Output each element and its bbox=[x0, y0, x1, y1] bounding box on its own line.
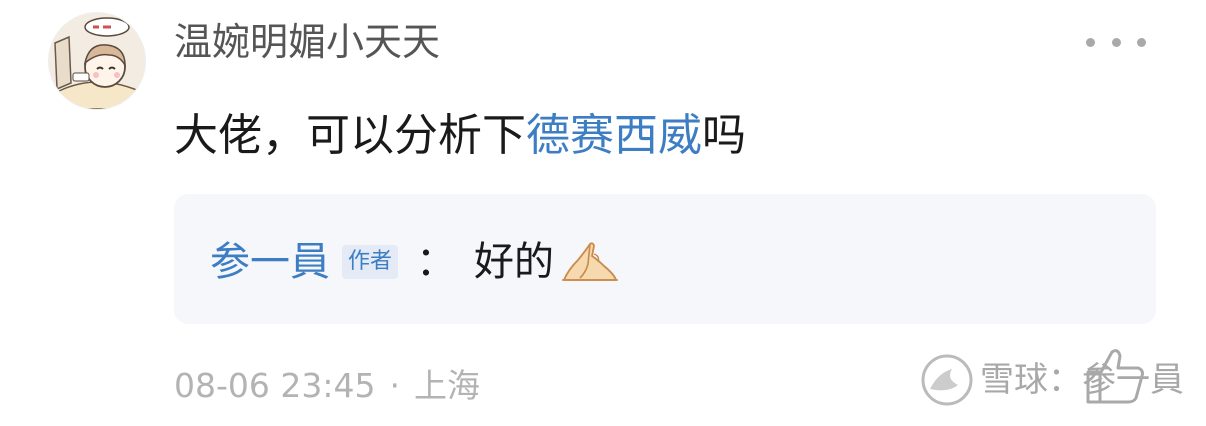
thumbs-up-icon[interactable] bbox=[1080, 344, 1152, 408]
reply-line: 参一員 作者 ： 好的 bbox=[210, 232, 620, 292]
more-options-button[interactable] bbox=[1086, 30, 1146, 54]
reply-text: 好的 bbox=[474, 239, 555, 285]
praying-hands-icon bbox=[562, 242, 619, 281]
more-dots-icon bbox=[1086, 37, 1095, 47]
avatar[interactable] bbox=[48, 12, 146, 110]
location: 上海 bbox=[413, 366, 480, 405]
comment-meta: 08-06 23:45 · 上海 bbox=[174, 362, 480, 410]
username[interactable]: 温婉明媚小天天 bbox=[174, 18, 440, 66]
cartoon-avatar-icon bbox=[49, 13, 145, 109]
author-badge: 作者 bbox=[342, 245, 399, 279]
snowball-logo-icon bbox=[921, 354, 973, 406]
reply-colon: ： bbox=[416, 239, 457, 285]
more-dots-icon bbox=[1111, 37, 1121, 47]
meta-separator: · bbox=[389, 366, 400, 405]
reply-author[interactable]: 参一員 bbox=[210, 234, 330, 290]
more-dots-icon bbox=[1137, 37, 1146, 47]
comment-text: 大佬，可以分析下德赛西威吗 bbox=[174, 108, 746, 164]
comment-text-prefix: 大佬，可以分析下 bbox=[174, 110, 526, 161]
stock-link[interactable]: 德赛西威 bbox=[526, 110, 702, 161]
reply-box: 参一員 作者 ： 好的 bbox=[174, 194, 1156, 324]
timestamp: 08-06 23:45 bbox=[174, 366, 376, 405]
comment-text-suffix: 吗 bbox=[702, 110, 746, 161]
